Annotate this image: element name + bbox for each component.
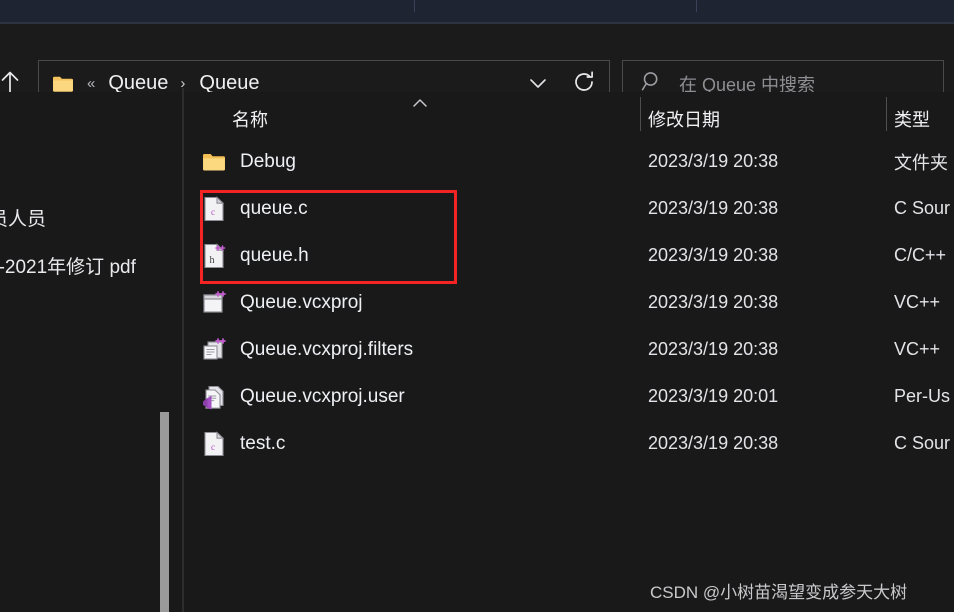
file-name-cell[interactable]: c test.c (202, 420, 285, 467)
column-header-type[interactable]: 类型 (894, 106, 930, 132)
table-row[interactable]: Queue.vcxproj.filters 2023/3/19 20:38 VC++ (184, 326, 954, 373)
file-type-cell: C Sour (894, 198, 951, 218)
vcxproj-user-icon (202, 384, 226, 410)
svg-text:h: h (210, 255, 215, 266)
left-pane-item-0: 员人员 (0, 209, 47, 230)
file-date-cell: 2023/3/19 20:38 (648, 151, 779, 171)
file-type-cell: C Sour (894, 433, 951, 453)
address-overflow-chevron[interactable]: « (87, 75, 95, 92)
file-name-cell[interactable]: Debug (202, 138, 296, 185)
folder-icon (202, 149, 226, 175)
file-name-label: Queue.vcxproj.user (240, 385, 405, 407)
svg-text:c: c (211, 442, 215, 452)
column-separator-date (640, 97, 641, 131)
file-name-label: Queue.vcxproj.filters (240, 338, 414, 360)
sort-ascending-icon (410, 96, 430, 110)
file-date-cell: 2023/3/19 20:38 (648, 433, 779, 453)
table-row[interactable]: c queue.c 2023/3/19 20:38 C Sour (184, 185, 954, 232)
file-name-label: queue.c (240, 197, 308, 219)
table-row[interactable]: c test.c 2023/3/19 20:38 C Sour (184, 420, 954, 467)
file-type-cell: C/C++ (894, 245, 947, 265)
file-list-rows: Debug 2023/3/19 20:38 文件夹 c queue.c 2023/3/19… (184, 138, 954, 467)
file-name-label: queue.h (240, 244, 309, 266)
file-name-label: Debug (240, 150, 296, 172)
c-source-file-icon: c (202, 430, 226, 457)
file-type-cell: VC++ (894, 339, 941, 359)
file-date-cell: 2023/3/19 20:38 (648, 292, 779, 312)
file-list-column-headers: 名称 修改日期 类型 (184, 92, 954, 138)
file-name-cell[interactable]: h queue.h (202, 232, 309, 279)
table-row[interactable]: Queue.vcxproj 2023/3/19 20:38 VC++ (184, 279, 954, 326)
file-name-cell[interactable]: Queue.vcxproj (202, 279, 363, 326)
left-navigation-pane: 员人员 5-2021年修订 pdf (0, 92, 182, 612)
file-date-cell: 2023/3/19 20:38 (648, 198, 779, 218)
watermark-text: CSDN @小树苗渴望变成参天大树 (650, 583, 908, 602)
c-header-file-icon: h (202, 242, 226, 269)
file-date-cell: 2023/3/19 20:38 (648, 245, 779, 265)
file-type-cell: VC++ (894, 292, 941, 312)
column-separator-type (886, 97, 887, 131)
file-list-pane: 名称 修改日期 类型 Debug 2023/3/19 20:38 文件夹 c queue… (184, 92, 954, 612)
window-titlebar (0, 0, 954, 22)
left-pane-scrollbar-thumb[interactable] (160, 412, 169, 612)
file-name-cell[interactable]: c queue.c (202, 185, 308, 232)
vcxproj-filters-icon (202, 337, 226, 363)
table-row[interactable]: Queue.vcxproj.user 2023/3/19 20:01 Per-Us (184, 373, 954, 420)
file-type-cell: 文件夹 (894, 152, 948, 173)
left-pane-item-1: 5-2021年修订 pdf (0, 257, 136, 278)
table-row[interactable]: h queue.h 2023/3/19 20:38 C/C++ (184, 232, 954, 279)
column-header-date[interactable]: 修改日期 (648, 106, 720, 132)
file-name-cell[interactable]: Queue.vcxproj.user (202, 373, 405, 420)
file-name-label: test.c (240, 432, 286, 454)
c-source-file-icon: c (202, 195, 226, 222)
vcxproj-file-icon (202, 290, 226, 316)
folder-icon (52, 75, 74, 93)
chevron-down-icon[interactable] (524, 72, 552, 94)
table-row[interactable]: Debug 2023/3/19 20:38 文件夹 (184, 138, 954, 185)
file-type-cell: Per-Us (894, 386, 951, 406)
svg-text:c: c (211, 207, 215, 217)
tab-separator-1 (414, 0, 415, 12)
file-name-label: Queue.vcxproj (240, 291, 363, 313)
file-name-cell[interactable]: Queue.vcxproj.filters (202, 326, 413, 373)
tab-separator-2 (696, 0, 697, 12)
address-toolbar: « Queue › Queue 在 Queue 中搜索 (0, 24, 954, 107)
column-header-name[interactable]: 名称 (232, 106, 268, 132)
file-date-cell: 2023/3/19 20:01 (648, 386, 779, 406)
file-date-cell: 2023/3/19 20:38 (648, 339, 779, 359)
